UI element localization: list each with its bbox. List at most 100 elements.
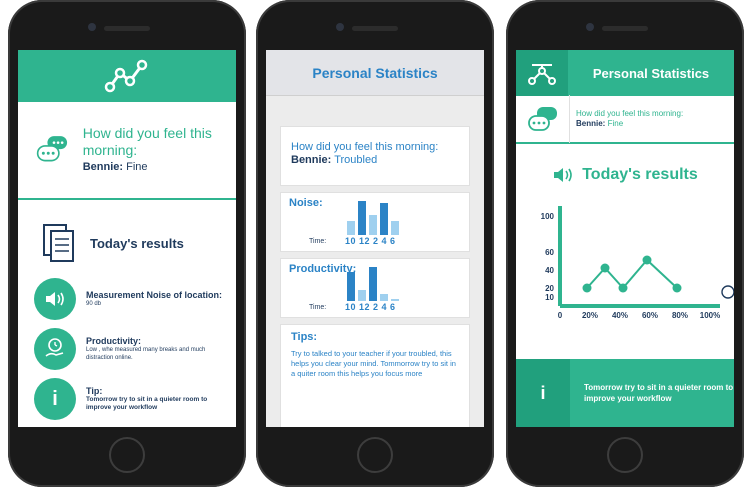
mood-question[interactable]: How did you feel this morning: Bennie: F… [18, 102, 236, 200]
speaker [104, 26, 150, 31]
x-tick-label: 40% [612, 311, 628, 320]
noise-bar [347, 220, 355, 235]
page-title: Personal Statistics [266, 50, 484, 96]
noise-bar [380, 202, 388, 235]
home-button[interactable] [109, 437, 145, 473]
screen: Personal Statistics How did you feel thi… [516, 50, 734, 427]
chat-icon-box [516, 95, 570, 143]
productivity-bar [347, 272, 355, 301]
noise-bar [369, 215, 377, 235]
tips-card[interactable]: Tips: Try to talked to your teacher if y… [280, 324, 470, 427]
series-line [586, 258, 678, 290]
screen: How did you feel this morning: Bennie: F… [18, 50, 236, 427]
results-section: Today's results [18, 200, 236, 270]
home-button[interactable] [607, 437, 643, 473]
mood-card[interactable]: How did you feel this morning: Bennie: T… [280, 126, 470, 186]
network-stats-icon [528, 64, 556, 85]
productivity-bar [358, 290, 366, 301]
y-tick-label: 100 [541, 212, 555, 221]
x-tick-label: 0 [558, 311, 563, 320]
noise-card[interactable]: Noise: Time: 10 12 2 4 6 [280, 192, 470, 252]
camera [88, 23, 96, 31]
question-text: How did you feel this morning: Bennie: F… [576, 109, 683, 129]
camera [336, 23, 344, 31]
productivity-bars [347, 265, 399, 301]
results-title: Today's results [582, 166, 698, 183]
x-tick-label: 100% [700, 311, 720, 320]
x-tick-label: 60% [642, 311, 658, 320]
stats-logo-icon [104, 59, 148, 93]
data-point [642, 255, 652, 265]
noise-bar [358, 200, 366, 235]
phone-3: Personal Statistics How did you feel thi… [506, 0, 744, 487]
mood-answer: Bennie: Fine [576, 119, 624, 128]
speaker-icon [554, 168, 573, 182]
screen: Personal Statistics How did you feel thi… [266, 50, 484, 427]
hand-clock-icon [45, 338, 64, 357]
noise-info: Measurement Noise of location: 90 db [86, 290, 222, 308]
document-icon [43, 224, 74, 262]
speaker [352, 26, 398, 31]
tips-body: Try to talked to your teacher if your tr… [291, 349, 456, 378]
tips-label: Tips: [291, 331, 318, 343]
time-ticks: 10 12 2 4 6 [345, 302, 396, 312]
app-header: Personal Statistics [516, 50, 734, 96]
info-icon: i [52, 387, 58, 410]
productivity-card[interactable]: Productivity: Time: 10 12 2 4 6 [280, 258, 470, 318]
tip-text: Tomorrow try to sit in a quieter room to… [86, 396, 208, 411]
tip-banner[interactable]: i Tomorrow try to sit in a quieter room … [516, 359, 734, 427]
noise-bar [391, 220, 399, 235]
tip-row[interactable]: i Tip: Tomorrow try to sit in a quieter … [18, 378, 236, 420]
page-title: Personal Statistics [592, 65, 710, 81]
results-heading: Today's results [516, 166, 734, 184]
data-point [600, 263, 610, 273]
camera [586, 23, 594, 31]
info-circle: i [34, 378, 76, 420]
question-label: How did you feel this morning: [291, 141, 439, 153]
time-label: Time: [309, 304, 327, 311]
y-tick-label: 40 [545, 266, 554, 275]
productivity-bar [369, 266, 377, 301]
y-tick-label: 20 [545, 284, 554, 293]
x-tick-label: 80% [672, 311, 688, 320]
mood-answer: Bennie: Fine [82, 160, 148, 173]
productivity-circle [34, 328, 76, 370]
data-point [618, 283, 628, 293]
results-line-chart: 100604020100 20% 40% 60% 80% 100% [541, 206, 734, 320]
noise-title: Measurement Noise of location: [86, 290, 223, 300]
productivity-value: Low , whe measured many breaks and much … [86, 347, 206, 361]
tip-info: Tip: Tomorrow try to sit in a quieter ro… [86, 386, 212, 412]
info-icon: i [516, 359, 570, 427]
tip-title: Tip: [86, 386, 103, 396]
speaker-circle [34, 278, 76, 320]
hand-clock-icon [721, 285, 734, 299]
question-text: How did you feel this morning: Bennie: F… [83, 125, 236, 176]
x-tick-label: 20% [582, 311, 598, 320]
tip-text: Tomorrow try to sit in a quieter room to… [584, 383, 734, 403]
question-label: How did you feel this morning: [576, 109, 684, 118]
y-tick-label: 10 [545, 293, 554, 302]
productivity-row[interactable]: Productivity: Low , whe measured many br… [18, 328, 236, 370]
phone-1: How did you feel this morning: Bennie: F… [8, 0, 246, 487]
time-label: Time: [309, 238, 327, 245]
time-ticks: 10 12 2 4 6 [345, 236, 396, 246]
data-point [582, 283, 592, 293]
speaker [602, 26, 648, 31]
phone-2: Personal Statistics How did you feel thi… [256, 0, 494, 487]
speaker-icon [46, 292, 64, 306]
noise-row[interactable]: Measurement Noise of location: 90 db [18, 278, 236, 320]
noise-bars [347, 199, 399, 235]
productivity-bar [391, 299, 399, 301]
productivity-info: Productivity: Low , whe measured many br… [86, 336, 206, 362]
question-label: How did you feel this morning: [82, 124, 212, 158]
productivity-bar [380, 293, 388, 301]
chat-bubbles-icon [527, 107, 557, 131]
home-button[interactable] [357, 437, 393, 473]
data-point [672, 283, 682, 293]
mood-question[interactable]: How did you feel this morning: Bennie: F… [516, 95, 734, 144]
mood-answer: Bennie: Troubled [291, 154, 378, 166]
productivity-title: Productivity: [86, 336, 142, 346]
stats-icon-box[interactable] [516, 50, 568, 96]
results-title: Today's results [90, 235, 184, 251]
chat-bubbles-icon [36, 136, 68, 162]
